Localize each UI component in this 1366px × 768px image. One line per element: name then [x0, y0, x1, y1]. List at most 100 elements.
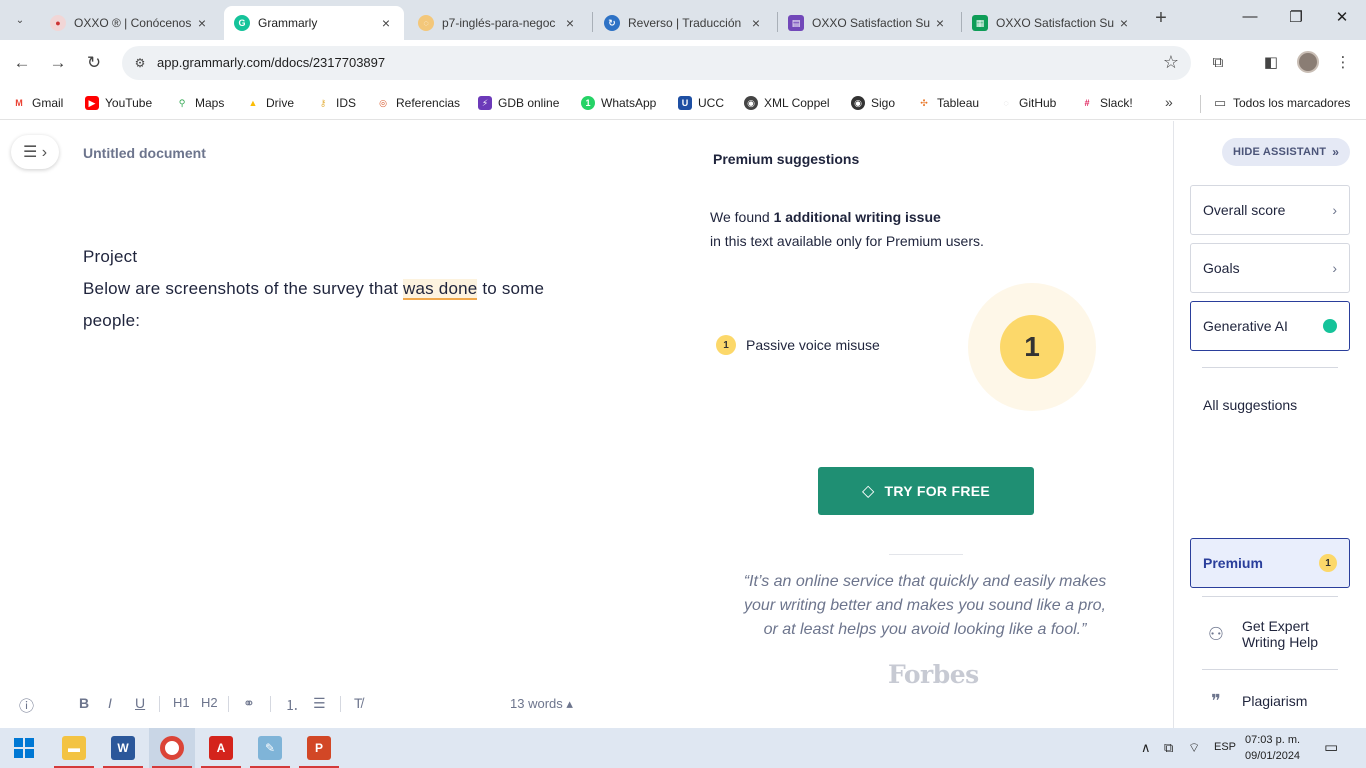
bookmark-xml-coppel[interactable]: ◉ XML Coppel [744, 93, 830, 113]
document-title[interactable]: Untitled document [83, 145, 206, 161]
bold-button[interactable]: B [79, 695, 89, 711]
bookmark-all-folder[interactable]: ▭ Todos los marcadores [1213, 93, 1350, 113]
all-suggestions-link[interactable]: All suggestions [1203, 397, 1297, 413]
minimize-icon[interactable]: — [1238, 8, 1262, 32]
bookmark-ucc[interactable]: U UCC [678, 93, 724, 113]
underline-button[interactable]: U [135, 695, 145, 711]
url-text[interactable]: app.grammarly.com/ddocs/2317703897 [157, 55, 385, 70]
side-panel-icon[interactable]: ◧ [1260, 52, 1282, 74]
close-icon[interactable]: × [1116, 15, 1132, 31]
folder-icon: ▬ [62, 736, 86, 760]
document-line[interactable]: people: [83, 305, 643, 337]
site-settings-icon[interactable]: ⚙ [130, 53, 150, 73]
help-icon[interactable]: ⓘ [19, 695, 34, 716]
taskbar-acrobat[interactable]: A [198, 728, 244, 768]
bookmarks-overflow-icon[interactable]: » [1165, 94, 1173, 110]
clear-formatting-icon[interactable]: T̸ [354, 695, 363, 711]
tab-p7[interactable]: ◌ p7-inglés-para-negoc × [408, 6, 588, 40]
folder-icon: ▭ [1213, 95, 1227, 110]
goals-card[interactable]: Goals › [1190, 243, 1350, 293]
profile-avatar[interactable] [1297, 51, 1319, 73]
restore-icon[interactable]: ❐ [1284, 8, 1308, 32]
numbered-list-icon[interactable]: ⒈ [285, 695, 299, 715]
hide-assistant-button[interactable]: HIDE ASSISTANT » [1222, 138, 1350, 166]
address-bar[interactable]: ⚙ app.grammarly.com/ddocs/2317703897 ☆ [122, 46, 1191, 80]
taskbar-file-explorer[interactable]: ▬ [51, 728, 97, 768]
device-icon[interactable]: ⧉ [1164, 740, 1173, 756]
italic-button[interactable]: I [108, 695, 112, 711]
text-run: Below are screenshots of the survey that [83, 279, 404, 298]
document-editor[interactable]: Project Below are screenshots of the sur… [83, 241, 643, 337]
heading2-button[interactable]: H2 [201, 695, 218, 710]
text-run: to some [477, 279, 545, 298]
bookmark-gdb-online[interactable]: ⚡ GDB online [478, 93, 559, 113]
document-heading[interactable]: Project [83, 241, 643, 273]
notifications-icon[interactable]: ▭ [1324, 738, 1338, 756]
bookmark-ids[interactable]: ⚷ IDS [316, 93, 356, 113]
globe-icon: ◉ [851, 96, 865, 110]
chevron-right-icon: › [1332, 260, 1337, 276]
close-icon[interactable]: × [748, 15, 764, 31]
premium-card[interactable]: Premium 1 [1190, 538, 1350, 588]
clock-time: 07:03 p. m. [1245, 734, 1301, 746]
youtube-icon: ▶ [85, 96, 99, 110]
double-chevron-right-icon: » [1332, 145, 1340, 159]
reload-icon[interactable]: ↻ [82, 51, 106, 75]
bookmark-whatsapp[interactable]: 1 WhatsApp [581, 93, 656, 113]
tab-reverso[interactable]: ↻ Reverso | Traducción × [594, 6, 774, 40]
document-line[interactable]: Below are screenshots of the survey that… [83, 273, 643, 305]
bookmark-github[interactable]: ◌ GitHub [999, 93, 1056, 113]
bookmark-star-icon[interactable]: ☆ [1163, 52, 1179, 73]
bookmark-tableau[interactable]: ✣ Tableau [917, 93, 979, 113]
overall-score-card[interactable]: Overall score › [1190, 185, 1350, 235]
extensions-icon[interactable]: ⧉ [1207, 52, 1229, 74]
close-icon[interactable]: × [378, 15, 394, 31]
tab-oxxo[interactable]: ● OXXO ® | Conócenos × [40, 6, 220, 40]
system-clock[interactable]: 07:03 p. m. 09/01/2024 [1245, 732, 1300, 764]
new-tab-icon[interactable]: + [1150, 8, 1172, 30]
generative-ai-card[interactable]: Generative AI [1190, 301, 1350, 351]
close-icon[interactable]: × [194, 15, 210, 31]
bookmark-label: Sigo [871, 96, 896, 110]
acrobat-icon: A [209, 736, 233, 760]
close-icon[interactable]: × [562, 15, 578, 31]
ucc-icon: U [678, 96, 692, 110]
bullet-list-icon[interactable]: ☰ [313, 695, 326, 712]
tab-search-icon[interactable]: ⌄ [8, 8, 32, 32]
tab-oxxo-survey-forms[interactable]: ▤ OXXO Satisfaction Su × [778, 6, 958, 40]
key-icon: ⚷ [316, 96, 330, 110]
expert-writing-help-link[interactable]: ⚇ Get Expert Writing Help [1204, 618, 1354, 650]
taskbar-paint[interactable]: ✎ [247, 728, 293, 768]
chrome-menu-icon[interactable]: ⋮ [1332, 52, 1354, 74]
bookmark-drive[interactable]: ▲ Drive [246, 93, 294, 113]
bookmark-slack[interactable]: # Slack! [1080, 93, 1133, 113]
tab-grammarly[interactable]: G Grammarly × [224, 6, 404, 40]
forward-arrow-icon[interactable]: → [46, 51, 70, 75]
word-count[interactable]: 13 words ▴ [510, 696, 573, 712]
window-close-icon[interactable]: ✕ [1330, 8, 1354, 32]
heading1-button[interactable]: H1 [173, 695, 190, 710]
try-for-free-button[interactable]: ◇ TRY FOR FREE [818, 467, 1034, 515]
document-menu-icon[interactable]: ☰ › [11, 135, 59, 169]
bookmark-label: Referencias [396, 96, 461, 110]
wifi-icon[interactable]: ⌔ [1188, 740, 1200, 756]
link-icon[interactable]: ⚭ [243, 695, 255, 712]
show-hidden-icons-icon[interactable]: ∧ [1141, 740, 1151, 756]
issue-item[interactable]: 1 Passive voice misuse [716, 335, 880, 355]
taskbar-powerpoint[interactable]: P [296, 728, 342, 768]
back-arrow-icon[interactable]: ← [10, 51, 34, 75]
tab-oxxo-survey-sheets[interactable]: ▦ OXXO Satisfaction Su × [962, 6, 1142, 40]
plagiarism-link[interactable]: ❞ Plagiarism [1204, 692, 1307, 710]
close-icon[interactable]: × [932, 15, 948, 31]
browser-toolbar: ← → ↻ ⚙ app.grammarly.com/ddocs/23177038… [0, 40, 1366, 86]
windows-start-icon[interactable] [14, 738, 34, 758]
bookmark-youtube[interactable]: ▶ YouTube [85, 93, 152, 113]
bookmark-maps[interactable]: ⚲ Maps [175, 93, 224, 113]
bookmark-sigo[interactable]: ◉ Sigo [851, 93, 895, 113]
bookmark-gmail[interactable]: M Gmail [12, 93, 63, 113]
language-indicator[interactable]: ESP [1214, 741, 1236, 753]
taskbar-chrome[interactable] [149, 728, 195, 768]
taskbar-word[interactable]: W [100, 728, 146, 768]
passive-voice-highlight[interactable]: was done [403, 279, 478, 300]
bookmark-referencias[interactable]: ◎ Referencias [376, 93, 460, 113]
